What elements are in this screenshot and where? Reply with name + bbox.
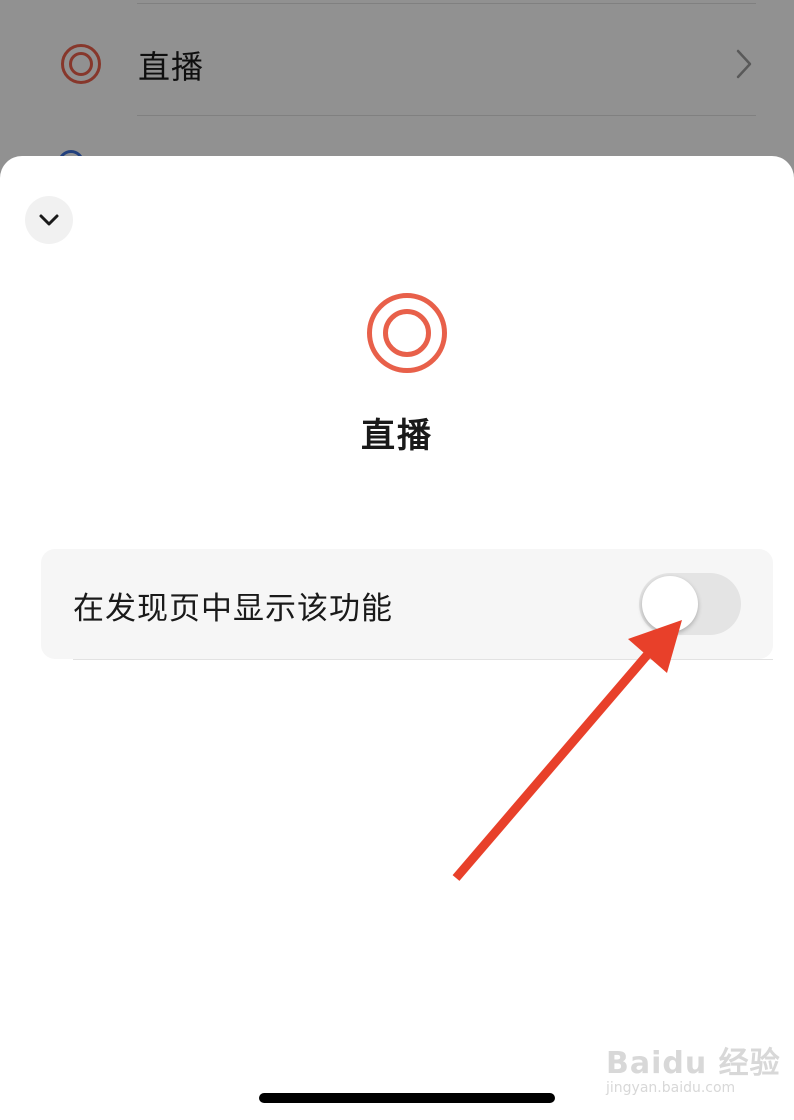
sheet-title: 直播 [361,416,433,456]
live-ring-icon [367,293,447,373]
watermark-logo: Baidu 经验 jingyan.baidu.com [606,1046,781,1096]
toggle-knob [642,576,698,632]
home-indicator[interactable] [259,1093,555,1103]
setting-label: 在发现页中显示该功能 [73,591,393,627]
show-in-discover-toggle[interactable] [639,573,741,635]
bottom-sheet: 直播 在发现页中显示该功能 [0,156,794,1120]
collapse-button[interactable] [25,196,73,244]
divider [73,659,773,660]
chevron-down-icon [39,214,59,226]
setting-row: 在发现页中显示该功能 [41,549,773,659]
